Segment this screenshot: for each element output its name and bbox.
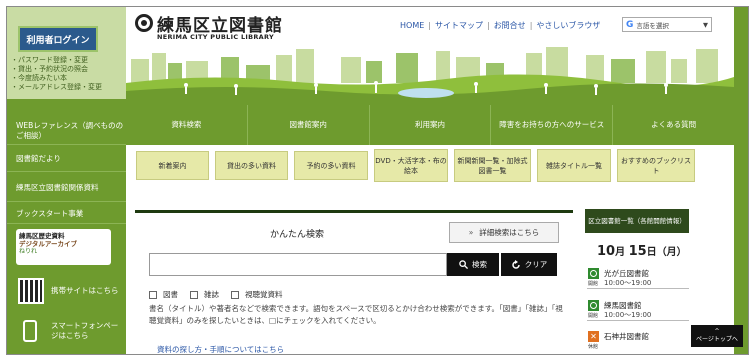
login-panel: 利用者ログイン ・パスワード登録・変更 ・貸出・予約状況の照会 ・今度読みたい本… (7, 7, 126, 99)
sidebar-item-bookstart[interactable]: ブックスタート事業 (7, 204, 126, 224)
clear-button-label: クリア (524, 260, 548, 269)
closed-status-icon: ✕ (588, 331, 599, 342)
calendar-weekday: 月 (666, 247, 677, 258)
search-divider (135, 210, 573, 213)
library-logo-icon[interactable] (135, 14, 153, 32)
login-link-password[interactable]: ・パスワード登録・変更 (11, 56, 125, 65)
google-icon: G (626, 19, 634, 30)
sitemap-link[interactable]: サイトマップ (435, 20, 483, 31)
quick-links: 新着案内 貸出の多い資料 予約の多い資料 DVD・大活字本・布の絵本 新聞新聞一… (126, 145, 734, 194)
login-link-wishlist[interactable]: ・今度読みたい本 (11, 74, 125, 83)
quick-magazines[interactable]: 雑誌タイトル一覧 (537, 149, 611, 182)
check-magazines-label: 雑誌 (204, 290, 219, 299)
quick-most-borrowed[interactable]: 貸出の多い資料 (215, 151, 288, 180)
page-top-button[interactable]: ^ ページトップへ (691, 325, 743, 347)
sidebar-item-materials[interactable]: 練馬区立図書館関係資料 (7, 174, 126, 202)
qr-code-icon (18, 278, 44, 304)
search-input[interactable] (149, 253, 447, 276)
open-status-icon (588, 268, 599, 279)
easy-browser-link[interactable]: やさしいブラウザ (536, 20, 600, 31)
double-chevron-icon: » (468, 228, 474, 237)
sidebar-item-web-reference[interactable]: WEBレファレンス（調べもののご相談） (7, 117, 126, 145)
quick-dvd-large-print[interactable]: DVD・大活字本・布の絵本 (374, 149, 448, 182)
right-edge-strip (734, 7, 748, 354)
calendar-entry[interactable]: 開館 練馬図書館 10:00～19:00 (587, 297, 689, 321)
quick-most-reserved[interactable]: 予約の多い資料 (294, 151, 368, 180)
left-sidebar: 利用者ログイン ・パスワード登録・変更 ・貸出・予約状況の照会 ・今度読みたい本… (7, 7, 126, 354)
quick-new-arrivals[interactable]: 新着案内 (136, 151, 209, 180)
chevron-down-icon: ▼ (703, 20, 708, 29)
refresh-icon (512, 259, 520, 269)
check-books[interactable]: 図書 (149, 289, 178, 300)
home-link[interactable]: HOME (400, 21, 424, 30)
search-help-link[interactable]: 資料の探し方・手順についてはこちら (157, 344, 284, 354)
archive-banner-logo: ねりれ (19, 248, 38, 255)
nav-item-faq[interactable]: よくある質問 (613, 105, 734, 145)
search-icon (459, 260, 468, 269)
smartphone-icon (23, 320, 37, 342)
calendar-month: 10 (597, 244, 616, 259)
quick-booklist[interactable]: おすすめのブックリスト (617, 149, 695, 182)
check-magazines[interactable]: 雑誌 (190, 289, 219, 300)
material-type-checks: 図書 雑誌 視聴覚資料 (149, 289, 295, 300)
checkbox[interactable] (149, 290, 157, 299)
advanced-search-label: 詳細検索はこちら (479, 228, 540, 237)
nav-item-library-info[interactable]: 図書館案内 (248, 105, 370, 145)
login-link-status[interactable]: ・貸出・予約状況の照会 (11, 65, 125, 74)
archive-banner-title: 練馬区歴史資料 (19, 232, 65, 240)
search-button-label: 検索 (472, 260, 487, 269)
status-label: 開館 (588, 313, 599, 319)
search-description: 書名（タイトル）や著者名などで検索できます。語句をスペースで区切るとかけ合わせ検… (149, 304, 563, 325)
login-button[interactable]: 利用者ログイン (18, 26, 98, 52)
page-top-label: ページトップへ (696, 336, 738, 343)
smartphone-site-link[interactable]: スマートフォンページはこちら (45, 317, 125, 345)
branch-name: 石神井図書館 (604, 332, 649, 341)
link-separator: | (428, 21, 431, 30)
page-frame: 利用者ログイン ・パスワード登録・変更 ・貸出・予約状況の照会 ・今度読みたい本… (6, 6, 749, 355)
translate-select[interactable]: G 言語を選択 ▼ (622, 17, 712, 32)
login-links: ・パスワード登録・変更 ・貸出・予約状況の照会 ・今度読みたい本 ・メールアドレ… (11, 56, 125, 92)
main-nav: 資料検索 図書館案内 利用案内 障害をお持ちの方へのサービス よくある質問 (126, 105, 734, 145)
sidebar-item-newsletter[interactable]: 図書館だより (7, 147, 126, 172)
nav-item-search[interactable]: 資料検索 (126, 105, 248, 145)
library-list-header[interactable]: 区立図書館一覧（各館開館情報） (585, 209, 689, 233)
link-separator: | (529, 21, 533, 30)
top-links: HOME | サイトマップ | お問合せ | やさしいブラウザ (400, 20, 600, 31)
branch-hours: 10:00～19:00 (604, 311, 652, 319)
archive-banner-subtitle: デジタルアーカイブ (19, 240, 77, 248)
search-button[interactable]: 検索 (447, 253, 499, 276)
site-subtitle: NERIMA CITY PUBLIC LIBRARY (157, 33, 274, 41)
check-audiovisual[interactable]: 視聴覚資料 (231, 289, 283, 300)
header-cityscape-illustration (126, 45, 734, 105)
nav-item-usage[interactable]: 利用案内 (370, 105, 492, 145)
status-label: 休館 (588, 344, 599, 350)
check-books-label: 図書 (163, 290, 178, 299)
simple-search-title: かんたん検索 (270, 230, 325, 240)
quick-newspapers[interactable]: 新聞新聞一覧・加除式図書一覧 (454, 149, 531, 182)
mobile-site-link[interactable]: 携帯サイトはこちら (45, 277, 125, 305)
link-separator: | (486, 21, 490, 30)
calendar-date: 10月 15日（月） (597, 244, 687, 259)
status-label: 開館 (588, 281, 599, 287)
checkbox[interactable] (190, 290, 198, 299)
open-status-icon (588, 300, 599, 311)
login-link-email[interactable]: ・メールアドレス登録・変更 (11, 83, 125, 92)
arrow-up-icon: ^ (714, 328, 720, 335)
check-audiovisual-label: 視聴覚資料 (245, 290, 283, 299)
contact-link[interactable]: お問合せ (494, 20, 526, 31)
branch-hours: 10:00～19:00 (604, 279, 652, 287)
translate-label: 言語を選択 (636, 21, 669, 30)
nav-item-accessibility[interactable]: 障害をお持ちの方へのサービス (491, 105, 614, 145)
archive-banner[interactable]: 練馬区歴史資料 デジタルアーカイブ ねりれ (16, 229, 111, 265)
clear-button[interactable]: クリア (501, 253, 557, 276)
checkbox[interactable] (231, 290, 239, 299)
advanced-search-button[interactable]: » 詳細検索はこちら (449, 222, 559, 243)
calendar-entry[interactable]: 開館 光が丘図書館 10:00～19:00 (587, 265, 689, 289)
calendar-entry[interactable]: ✕ 休館 石神井図書館 (587, 328, 689, 352)
site-header: 練馬区立図書館 NERIMA CITY PUBLIC LIBRARY HOME … (126, 7, 734, 105)
calendar-day: 15 (628, 244, 647, 259)
